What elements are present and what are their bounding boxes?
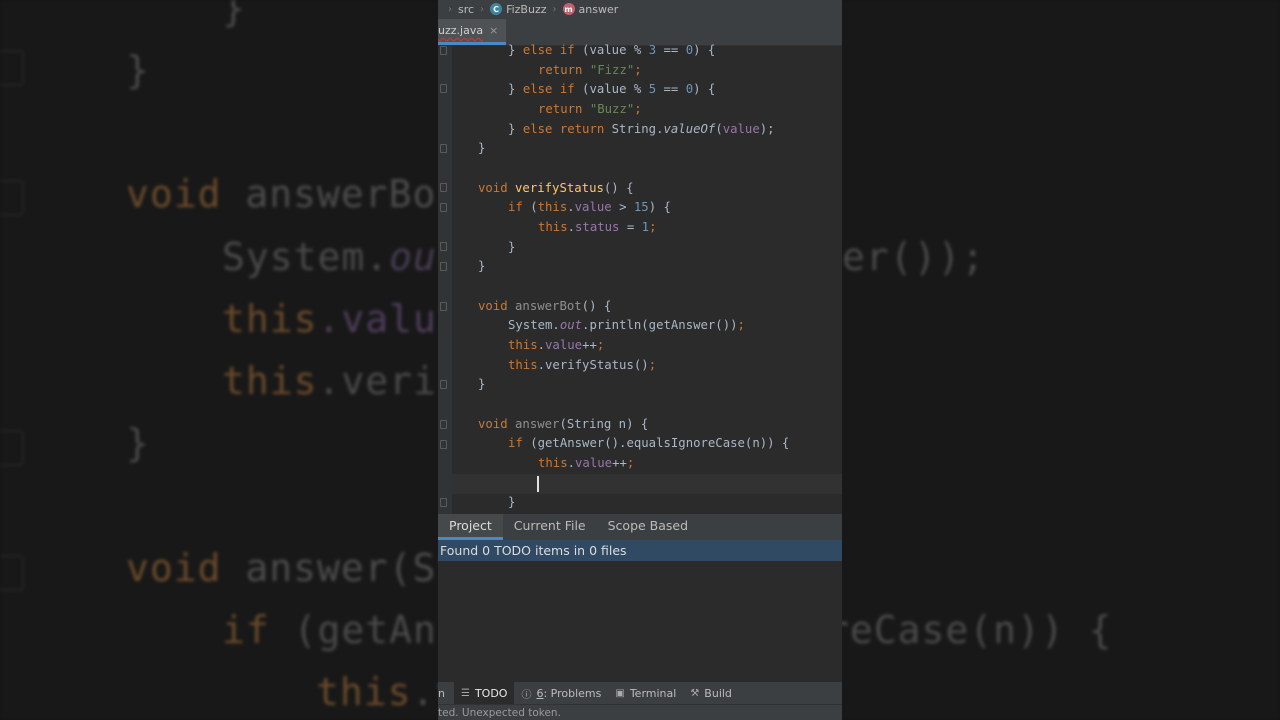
code-line: void answerBot() { bbox=[478, 299, 612, 313]
fold-marker-icon[interactable] bbox=[440, 84, 447, 93]
code-line: this.value++; bbox=[508, 338, 605, 352]
bg-code-line: void answerBo bbox=[126, 172, 437, 216]
fold-marker-icon[interactable] bbox=[440, 242, 447, 251]
chevron-right-icon: › bbox=[448, 3, 452, 15]
tool-window-build[interactable]: ⚒ Build bbox=[683, 682, 739, 704]
bg-code-line: this.veri bbox=[222, 359, 437, 403]
close-icon[interactable]: × bbox=[489, 24, 498, 37]
tool-window-todo[interactable]: ☰ TODO bbox=[453, 682, 515, 704]
tool-window-run-label: n bbox=[438, 686, 445, 700]
tool-window-problems-label: 6: Problems bbox=[536, 686, 602, 700]
code-line: } bbox=[508, 495, 516, 509]
todo-panel-body bbox=[438, 561, 842, 682]
tool-window-terminal[interactable]: ▣ Terminal bbox=[608, 682, 683, 704]
tab-current-file[interactable]: Current File bbox=[503, 514, 597, 540]
bg-code-line: } bbox=[126, 421, 150, 465]
terminal-icon: ▣ bbox=[615, 687, 625, 699]
fold-marker-icon[interactable] bbox=[440, 498, 447, 507]
editor-tab[interactable]: uzz.java × bbox=[438, 19, 507, 45]
code-line: void answer(String n) { bbox=[478, 417, 649, 431]
code-line: } bbox=[508, 240, 516, 254]
code-line: } else if (value % 5 == 0) { bbox=[508, 82, 716, 96]
text-cursor bbox=[537, 476, 539, 492]
bg-fold-marker bbox=[0, 430, 24, 466]
method-icon: m bbox=[562, 3, 575, 15]
tool-window-todo-label: TODO bbox=[474, 686, 508, 700]
fold-marker-icon[interactable] bbox=[440, 46, 447, 55]
bg-code-line: if (getAns bbox=[222, 608, 461, 652]
code-line: this.status = 1; bbox=[538, 220, 657, 234]
fold-marker-icon[interactable] bbox=[440, 183, 447, 192]
status-bar: ted. Unexpected token. bbox=[438, 704, 842, 720]
bg-code-line: void answer(St bbox=[126, 546, 461, 590]
tool-window-run[interactable]: n bbox=[438, 682, 454, 704]
bg-code-line: } bbox=[222, 0, 246, 30]
code-line: this.verifyStatus(); bbox=[508, 358, 657, 372]
code-line: } else if (value % 3 == 0) { bbox=[508, 43, 716, 57]
code-line: System.out.println(getAnswer()); bbox=[508, 318, 745, 332]
code-editor[interactable]: } else if (value % 3 == 0) { return "Fiz… bbox=[438, 43, 842, 514]
tool-window-bar: n ☰ TODO ⓘ 6: Problems ▣ Terminal ⚒ Buil… bbox=[438, 682, 842, 704]
fold-marker-icon[interactable] bbox=[440, 144, 447, 153]
breadcrumb: › src › C FizBuzz › m answer bbox=[438, 0, 842, 18]
bg-code-line: er()); bbox=[842, 235, 986, 279]
bg-code-line: } bbox=[126, 48, 150, 92]
class-icon: C bbox=[490, 3, 503, 15]
list-icon: ☰ bbox=[460, 687, 470, 699]
fold-marker-icon[interactable] bbox=[440, 440, 447, 449]
breadcrumb-class[interactable]: FizBuzz bbox=[506, 3, 546, 16]
chevron-right-icon: › bbox=[552, 3, 557, 15]
fold-marker-icon[interactable] bbox=[440, 380, 447, 389]
tool-window-problems[interactable]: ⓘ 6: Problems bbox=[514, 682, 608, 704]
fold-marker-icon[interactable] bbox=[440, 262, 447, 271]
fold-marker-icon[interactable] bbox=[440, 203, 447, 212]
tool-window-terminal-label: Terminal bbox=[629, 686, 677, 700]
code-line: } bbox=[478, 377, 486, 391]
code-line: return "Buzz"; bbox=[538, 102, 642, 116]
breadcrumb-src[interactable]: src bbox=[458, 3, 474, 16]
code-line: if (getAnswer().equalsIgnoreCase(n)) { bbox=[508, 436, 790, 450]
bg-fold-marker bbox=[0, 180, 24, 216]
fold-marker-icon[interactable] bbox=[440, 302, 447, 311]
current-line-highlight bbox=[452, 474, 842, 494]
bg-fold-marker bbox=[0, 555, 24, 591]
tab-project[interactable]: Project bbox=[438, 514, 503, 540]
code-line: if (this.value > 15) { bbox=[508, 200, 671, 214]
breadcrumb-method[interactable]: answer bbox=[579, 3, 619, 16]
code-line: } bbox=[478, 259, 486, 273]
status-message: ted. Unexpected token. bbox=[438, 706, 561, 719]
fold-marker-icon[interactable] bbox=[440, 420, 447, 429]
bg-fold-marker bbox=[0, 50, 24, 86]
code-line: return "Fizz"; bbox=[538, 63, 642, 77]
todo-result-row[interactable]: Found 0 TODO items in 0 files bbox=[438, 540, 842, 561]
hammer-icon: ⚒ bbox=[690, 687, 700, 699]
tab-scope-based[interactable]: Scope Based bbox=[597, 514, 699, 540]
bg-code-line: reCase(n)) { bbox=[826, 608, 1113, 652]
tool-window-build-label: Build bbox=[704, 686, 732, 700]
todo-tab-bar: Project Current File Scope Based bbox=[438, 514, 842, 540]
code-line: } else return String.valueOf(value); bbox=[508, 122, 775, 136]
ide-window: › src › C FizBuzz › m answer uzz.java × … bbox=[438, 0, 842, 720]
chevron-right-icon: › bbox=[480, 3, 485, 15]
code-line: this.value++; bbox=[538, 456, 635, 470]
code-line: } bbox=[478, 141, 486, 155]
info-icon: ⓘ bbox=[521, 689, 532, 701]
bg-code-line: System.ou bbox=[222, 235, 437, 279]
todo-result-text: Found 0 TODO items in 0 files bbox=[440, 543, 627, 558]
bg-code-line: this.valu bbox=[222, 297, 437, 341]
editor-tab-filename: uzz.java bbox=[438, 24, 484, 37]
code-line: void verifyStatus() { bbox=[478, 181, 634, 195]
